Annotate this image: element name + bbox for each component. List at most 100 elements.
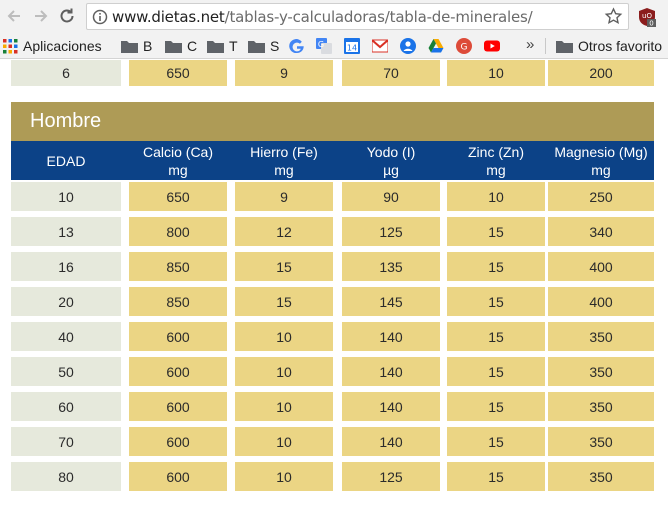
iodine-cell: 90 — [342, 182, 440, 211]
svg-text:14: 14 — [347, 44, 357, 53]
iron-cell: 10 — [235, 462, 333, 491]
table-row: 40 600 10 140 15 350 — [11, 322, 654, 351]
iodine-cell: 145 — [342, 287, 440, 316]
age-cell: 6 — [11, 60, 121, 86]
other-bookmarks-label: Otros favorito — [578, 38, 663, 54]
magnesium-cell: 200 — [548, 60, 654, 86]
drive-icon — [428, 39, 444, 53]
magnesium-cell: 350 — [548, 322, 654, 351]
iron-cell: 10 — [235, 357, 333, 386]
folder-icon — [207, 40, 224, 53]
bookmark-folder-t[interactable]: T — [207, 36, 238, 56]
magnesium-cell: 400 — [548, 252, 654, 281]
calcium-cell: 650 — [129, 60, 227, 86]
header-iron: Hierro (Fe) mg — [250, 143, 318, 178]
address-bar[interactable]: www.dietas.net/tablas-y-calculadoras/tab… — [86, 3, 629, 30]
zinc-cell: 15 — [447, 427, 545, 456]
header-zinc: Zinc (Zn) mg — [468, 143, 524, 178]
calcium-cell: 600 — [129, 322, 227, 351]
arrow-left-icon — [7, 10, 20, 22]
magnesium-cell: 340 — [548, 217, 654, 246]
section-title: Hombre — [11, 102, 654, 141]
age-cell: 50 — [11, 357, 121, 386]
iron-cell: 12 — [235, 217, 333, 246]
zinc-cell: 15 — [447, 462, 545, 491]
table-row: 50 600 10 140 15 350 — [11, 357, 654, 386]
iodine-cell: 125 — [342, 217, 440, 246]
table-row: 13 800 12 125 15 340 — [11, 217, 654, 246]
zinc-cell: 10 — [447, 182, 545, 211]
extension-badge: 0 — [649, 20, 653, 28]
table-header: EDAD Calcio (Ca) mg Hierro (Fe) mg Yodo (I… — [11, 141, 654, 180]
arrow-right-icon — [35, 10, 48, 22]
zinc-cell: 15 — [447, 252, 545, 281]
iodine-cell: 140 — [342, 392, 440, 421]
magnesium-cell: 350 — [548, 427, 654, 456]
magnesium-cell: 350 — [548, 357, 654, 386]
bookmark-folder-b[interactable]: B — [121, 36, 152, 56]
bookmark-google-plus[interactable]: G — [456, 36, 472, 56]
magnesium-cell: 350 — [548, 462, 654, 491]
bookmark-apps[interactable]: Aplicaciones — [3, 36, 102, 56]
age-cell: 40 — [11, 322, 121, 351]
iodine-cell: 70 — [342, 60, 440, 86]
iron-cell: 15 — [235, 252, 333, 281]
url-text: www.dietas.net/tablas-y-calculadoras/tab… — [112, 8, 533, 26]
header-iodine: Yodo (I) µg — [366, 143, 416, 178]
bookmark-folder-s[interactable]: S — [248, 36, 279, 56]
table-row: 20 850 15 145 15 400 — [11, 287, 654, 316]
folder-icon — [248, 40, 265, 53]
calcium-cell: 850 — [129, 287, 227, 316]
bookmarks-separator — [545, 38, 546, 54]
bookmark-other-folder[interactable]: Otros favorito — [556, 36, 662, 56]
folder-icon — [121, 40, 138, 53]
header-calcium: Calcio (Ca) mg — [142, 143, 213, 178]
table-row: 16 850 15 135 15 400 — [11, 252, 654, 281]
translate-icon: G — [316, 38, 332, 54]
zinc-cell: 15 — [447, 287, 545, 316]
calcium-cell: 800 — [129, 217, 227, 246]
back-button[interactable] — [4, 6, 24, 26]
table-row: 60 600 10 140 15 350 — [11, 392, 654, 421]
svg-text:G: G — [318, 40, 324, 49]
iodine-cell: 125 — [342, 462, 440, 491]
age-cell: 70 — [11, 427, 121, 456]
iodine-cell: 140 — [342, 322, 440, 351]
reload-icon — [60, 8, 74, 23]
youtube-icon — [484, 40, 500, 52]
svg-text:G: G — [461, 43, 468, 53]
ublock-icon[interactable]: uO 0 — [637, 7, 657, 27]
bookmark-translate[interactable]: G — [316, 36, 332, 56]
apps-grid-icon — [3, 38, 18, 53]
table-row: 6 650 9 70 10 200 — [11, 60, 654, 86]
bookmark-drive[interactable] — [428, 36, 444, 56]
magnesium-cell: 350 — [548, 392, 654, 421]
zinc-cell: 15 — [447, 357, 545, 386]
bookmarks-overflow-button[interactable]: » — [526, 36, 534, 53]
gmail-icon — [372, 39, 388, 53]
iron-cell: 10 — [235, 427, 333, 456]
google-plus-icon: G — [456, 38, 472, 54]
iron-cell: 9 — [235, 182, 333, 211]
table-row: 70 600 10 140 15 350 — [11, 427, 654, 456]
forward-button[interactable] — [31, 6, 51, 26]
bookmark-youtube[interactable] — [484, 36, 500, 56]
folder-icon — [165, 40, 182, 53]
bookmark-calendar[interactable]: 14 — [344, 36, 360, 56]
age-cell: 13 — [11, 217, 121, 246]
bookmark-google[interactable] — [289, 36, 305, 56]
iodine-cell: 140 — [342, 357, 440, 386]
calcium-cell: 850 — [129, 252, 227, 281]
bookmark-folder-c[interactable]: C — [165, 36, 197, 56]
table-row: 10 650 9 90 10 250 — [11, 182, 654, 211]
bookmark-gmail[interactable] — [372, 36, 388, 56]
apps-label: Aplicaciones — [23, 38, 102, 54]
star-icon[interactable] — [604, 7, 623, 26]
iron-cell: 9 — [235, 60, 333, 86]
reload-button[interactable] — [57, 6, 77, 26]
zinc-cell: 15 — [447, 392, 545, 421]
info-icon[interactable] — [92, 9, 108, 25]
iron-cell: 10 — [235, 322, 333, 351]
bookmark-account[interactable] — [400, 36, 416, 56]
iodine-cell: 135 — [342, 252, 440, 281]
